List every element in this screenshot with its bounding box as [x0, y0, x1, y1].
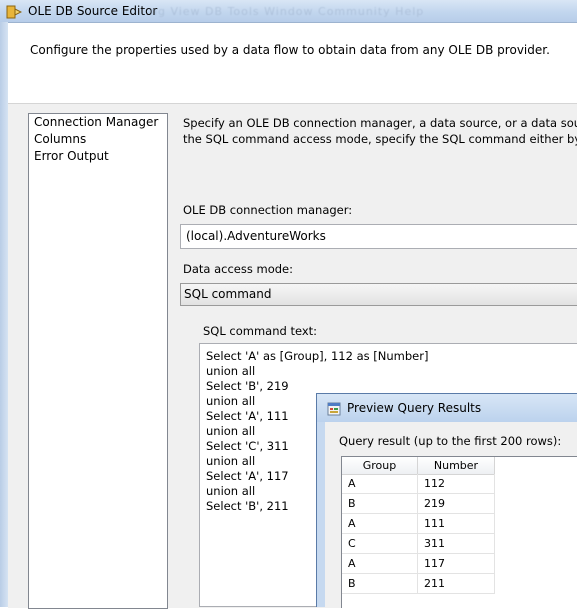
- table-cell[interactable]: 112: [418, 474, 495, 494]
- sql-line: union all: [206, 364, 256, 378]
- sql-line: union all: [206, 424, 256, 438]
- table-cell[interactable]: 117: [418, 554, 495, 574]
- preview-query-results-dialog: Preview Query Results Query result (up t…: [316, 393, 577, 608]
- nav-item-columns[interactable]: Columns: [29, 131, 167, 148]
- sql-command-label: SQL command text:: [203, 324, 318, 338]
- header-panel: Configure the properties used by a data …: [8, 23, 577, 103]
- table-cell[interactable]: B: [342, 494, 418, 514]
- sql-line: Select 'C', 311: [206, 439, 289, 453]
- preview-title: Preview Query Results: [347, 401, 482, 415]
- table-cell[interactable]: 211: [418, 574, 495, 594]
- table-cell[interactable]: A: [342, 474, 418, 494]
- sql-line: Select 'B', 219: [206, 379, 289, 393]
- ssis-source-icon: [6, 5, 22, 19]
- page-description-line-1: Specify an OLE DB connection manager, a …: [183, 116, 577, 130]
- sql-line: Select 'B', 211: [206, 499, 289, 513]
- preview-body: Query result (up to the first 200 rows):…: [325, 422, 577, 608]
- table-cell[interactable]: 111: [418, 514, 495, 534]
- sql-line: union all: [206, 454, 256, 468]
- table-cell[interactable]: A: [342, 554, 418, 574]
- connection-manager-label: OLE DB connection manager:: [183, 203, 353, 217]
- table-cell[interactable]: C: [342, 534, 418, 554]
- table-cell[interactable]: 219: [418, 494, 495, 514]
- page-description: Specify an OLE DB connection manager, a …: [183, 115, 577, 147]
- preview-title-bar[interactable]: Preview Query Results: [317, 394, 577, 422]
- title-bar[interactable]: OLE DB Source Editor ng View DB Tools Wi…: [0, 0, 577, 23]
- results-grid[interactable]: Group Number A 112 B 219 A 111 C 311 A 1…: [341, 456, 577, 608]
- grid-header: Group Number: [342, 457, 495, 475]
- sql-line: Select 'A', 111: [206, 409, 289, 423]
- header-description: Configure the properties used by a data …: [30, 43, 550, 57]
- page-description-line-2: the SQL command access mode, specify the…: [183, 132, 577, 146]
- access-mode-label: Data access mode:: [183, 262, 294, 276]
- page-nav-list: Connection Manager Columns Error Output: [28, 113, 168, 609]
- query-result-label: Query result (up to the first 200 rows):: [339, 434, 562, 448]
- column-header-group[interactable]: Group: [342, 457, 418, 474]
- grid-window-icon: [327, 402, 341, 416]
- sql-line: union all: [206, 484, 256, 498]
- nav-item-connection-manager[interactable]: Connection Manager: [29, 114, 167, 131]
- column-header-number[interactable]: Number: [418, 457, 495, 474]
- table-cell[interactable]: 311: [418, 534, 495, 554]
- connection-manager-select[interactable]: (local).AdventureWorks: [180, 224, 577, 249]
- table-cell[interactable]: A: [342, 514, 418, 534]
- window-frame-left: [0, 22, 8, 607]
- sql-line: Select 'A', 117: [206, 469, 289, 483]
- window-title: OLE DB Source Editor: [28, 4, 158, 18]
- nav-item-error-output[interactable]: Error Output: [29, 148, 167, 165]
- access-mode-dropdown[interactable]: SQL command: [180, 283, 577, 306]
- background-menu-text: ng View DB Tools Window Community Help: [150, 5, 425, 18]
- table-cell[interactable]: B: [342, 574, 418, 594]
- sql-line: union all: [206, 394, 256, 408]
- sql-line: Select 'A' as [Group], 112 as [Number]: [206, 349, 429, 363]
